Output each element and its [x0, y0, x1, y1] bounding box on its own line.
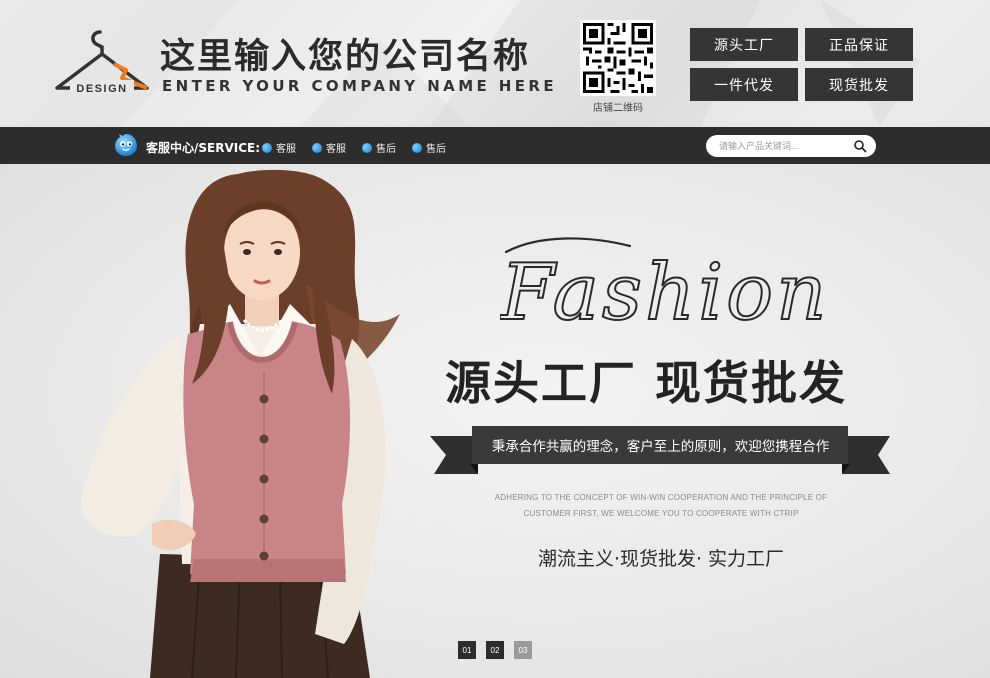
service-link-1[interactable]: 客服 — [262, 140, 296, 155]
qq-chat-icon — [312, 142, 322, 153]
qr-code-icon[interactable] — [580, 20, 656, 96]
english-description-line-2: CUSTOMER FIRST, WE WELCOME YOU TO COOPER… — [523, 509, 799, 518]
hanger-logo-icon[interactable]: DESIGN — [52, 28, 152, 96]
qq-chat-icon — [262, 142, 272, 153]
logo-text: DESIGN — [76, 83, 127, 95]
hero-slogan: 源头工厂 现货批发 — [445, 356, 848, 410]
qq-chat-icon — [412, 142, 422, 153]
model-photo — [81, 169, 400, 678]
company-name-english: ENTER YOUR COMPANY NAME HERE — [162, 77, 557, 95]
service-center-label: 客服中心/SERVICE: — [146, 141, 261, 155]
source-factory-button[interactable]: 源头工厂 — [690, 28, 798, 61]
qr-caption: 店铺二维码 — [593, 103, 643, 114]
product-search-input[interactable] — [706, 135, 876, 157]
service-link-2[interactable]: 客服 — [312, 140, 346, 155]
service-link-3[interactable]: 售后 — [362, 140, 396, 155]
ribbon-text: 秉承合作共赢的理念，客户至上的原则，欢迎您携程合作 — [491, 439, 830, 455]
slide-page-03-active[interactable]: 03 — [514, 641, 532, 659]
slide-page-02[interactable]: 02 — [486, 641, 504, 659]
service-link-4[interactable]: 售后 — [412, 140, 446, 155]
hero-banner: Fashion 源头工厂 现货批发 秉承合作共赢的理念，客户至上的原则，欢迎您携… — [0, 164, 990, 678]
dropshipping-button[interactable]: 一件代发 — [690, 68, 798, 101]
search-icon[interactable] — [853, 139, 867, 153]
slide-page-01[interactable]: 01 — [458, 641, 476, 659]
genuine-guarantee-button[interactable]: 正品保证 — [805, 28, 913, 61]
hero-tagline: 潮流主义·现货批发· 实力工厂 — [537, 548, 785, 570]
company-name: 这里输入您的公司名称 — [160, 37, 531, 77]
site-header: DESIGN 这里输入您的公司名称 ENTER YOUR COMPANY NAM… — [0, 0, 990, 127]
spot-wholesale-button[interactable]: 现货批发 — [805, 68, 913, 101]
qq-chat-icon — [362, 142, 372, 153]
customer-service-mascot-icon — [115, 134, 137, 156]
english-description-line-1: ADHERING TO THE CONCEPT OF WIN-WIN COOPE… — [494, 493, 828, 502]
fashion-script-title: Fashion — [500, 237, 829, 339]
fashion-word: Fashion — [500, 248, 829, 338]
